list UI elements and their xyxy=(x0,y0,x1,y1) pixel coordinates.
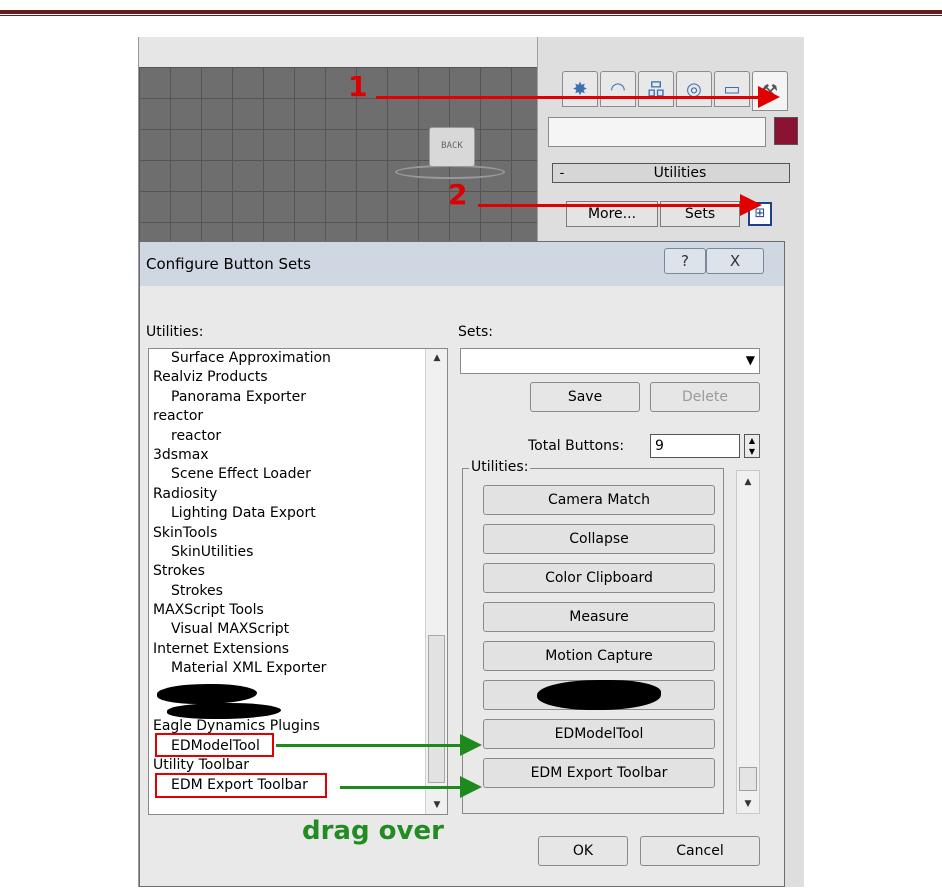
close-button[interactable]: X xyxy=(706,248,764,274)
list-item[interactable]: 3dsmax xyxy=(149,446,447,465)
total-buttons-label: Total Buttons: xyxy=(528,438,625,454)
object-color-swatch[interactable] xyxy=(774,117,798,145)
set-button[interactable]: Collapse xyxy=(483,524,715,554)
header-rule xyxy=(0,10,942,14)
set-button[interactable] xyxy=(483,680,715,710)
step-1-label: 1 xyxy=(348,70,368,103)
total-buttons-spinner[interactable]: ▲ ▼ xyxy=(744,434,760,458)
ok-button[interactable]: OK xyxy=(538,836,628,866)
create-icon[interactable]: ✸ xyxy=(562,71,598,107)
hierarchy-icon[interactable]: 品 xyxy=(638,71,674,107)
sets-label: Sets: xyxy=(458,324,493,340)
rollout-toggle: - xyxy=(559,165,565,181)
set-button[interactable]: Camera Match xyxy=(483,485,715,515)
step-2-label: 2 xyxy=(448,178,468,211)
utilities-rollout-header[interactable]: - Utilities xyxy=(552,163,790,183)
redacted-button-label xyxy=(537,680,661,710)
header-rule-thin xyxy=(0,15,942,16)
list-item[interactable]: Surface Approximation xyxy=(149,349,447,368)
motion-icon[interactable]: ◎ xyxy=(676,71,712,107)
delete-button[interactable]: Delete xyxy=(650,382,760,412)
set-button[interactable]: Measure xyxy=(483,602,715,632)
scroll-up-icon[interactable]: ▲ xyxy=(737,473,759,491)
list-item[interactable]: Internet Extensions xyxy=(149,640,447,659)
set-button[interactable]: Motion Capture xyxy=(483,641,715,671)
scroll-up-icon[interactable]: ▲ xyxy=(426,349,447,367)
set-button[interactable]: EDM Export Toolbar xyxy=(483,758,715,788)
total-buttons-field[interactable]: 9 xyxy=(650,434,740,458)
drag-over-caption: drag over xyxy=(302,816,444,846)
modify-icon[interactable]: ◠ xyxy=(600,71,636,107)
scroll-down-icon[interactable]: ▼ xyxy=(737,795,759,813)
sets-dropdown[interactable]: ▼ xyxy=(460,348,760,374)
list-item[interactable]: Material XML Exporter xyxy=(149,659,447,678)
drag-arrow-2 xyxy=(340,786,462,789)
list-item[interactable]: Panorama Exporter xyxy=(149,388,447,407)
edmodeltool-highlight xyxy=(155,733,274,757)
object-name-field[interactable] xyxy=(548,117,766,147)
save-button[interactable]: Save xyxy=(530,382,640,412)
step-2-arrowhead xyxy=(740,194,762,216)
list-item[interactable]: reactor xyxy=(149,407,447,426)
group-title: Utilities: xyxy=(469,459,531,475)
step-1-arrowhead xyxy=(758,86,780,108)
dialog-title: Configure Button Sets xyxy=(146,255,311,273)
utilities-label: Utilities: xyxy=(146,324,204,340)
list-item[interactable]: SkinTools xyxy=(149,524,447,543)
list-item[interactable]: reactor xyxy=(149,427,447,446)
sets-scroll-thumb[interactable] xyxy=(739,767,757,791)
drag-arrowhead-2 xyxy=(460,776,482,798)
list-item[interactable]: MAXScript Tools xyxy=(149,601,447,620)
list-item[interactable]: Scene Effect Loader xyxy=(149,465,447,484)
command-panel-tabs: ✸ ◠ 品 ◎ ▭ ⚒ xyxy=(562,71,788,111)
list-item[interactable]: Radiosity xyxy=(149,485,447,504)
utilities-list-items: Surface Approximation Realviz Products Pan… xyxy=(149,349,447,795)
viewcube[interactable]: BACK xyxy=(429,127,475,167)
cancel-button[interactable]: Cancel xyxy=(640,836,760,866)
rollout-title: Utilities xyxy=(653,165,707,181)
step-2-arrow xyxy=(478,204,744,207)
display-icon[interactable]: ▭ xyxy=(714,71,750,107)
scroll-down-icon[interactable]: ▼ xyxy=(426,796,447,814)
drag-arrowhead-1 xyxy=(460,734,482,756)
drag-arrow-1 xyxy=(276,744,462,747)
list-item[interactable]: SkinUtilities xyxy=(149,543,447,562)
list-item[interactable]: Realviz Products xyxy=(149,368,447,387)
sets-scrollbar[interactable]: ▲ ▼ xyxy=(736,470,760,814)
viewcube-label: BACK xyxy=(441,141,463,151)
utilities-scroll-thumb[interactable] xyxy=(428,635,445,783)
step-1-arrow xyxy=(376,96,762,99)
set-button[interactable]: Color Clipboard xyxy=(483,563,715,593)
list-item[interactable]: Visual MAXScript xyxy=(149,620,447,639)
utilities-groupbox: Utilities: Camera Match Collapse Color Cli… xyxy=(462,459,724,814)
list-item[interactable]: Strokes xyxy=(149,582,447,601)
list-item[interactable]: Lighting Data Export xyxy=(149,504,447,523)
set-button[interactable]: EDModelTool xyxy=(483,719,715,749)
chevron-down-icon: ▼ xyxy=(745,353,755,367)
edm-export-toolbar-highlight xyxy=(155,773,327,798)
screenshot: BACK ✸ ◠ 品 ◎ ▭ ⚒ - Utilities More... Set… xyxy=(138,37,804,887)
list-item[interactable]: Strokes xyxy=(149,562,447,581)
help-button[interactable]: ? xyxy=(664,248,706,274)
viewcube-ring[interactable] xyxy=(395,165,505,179)
